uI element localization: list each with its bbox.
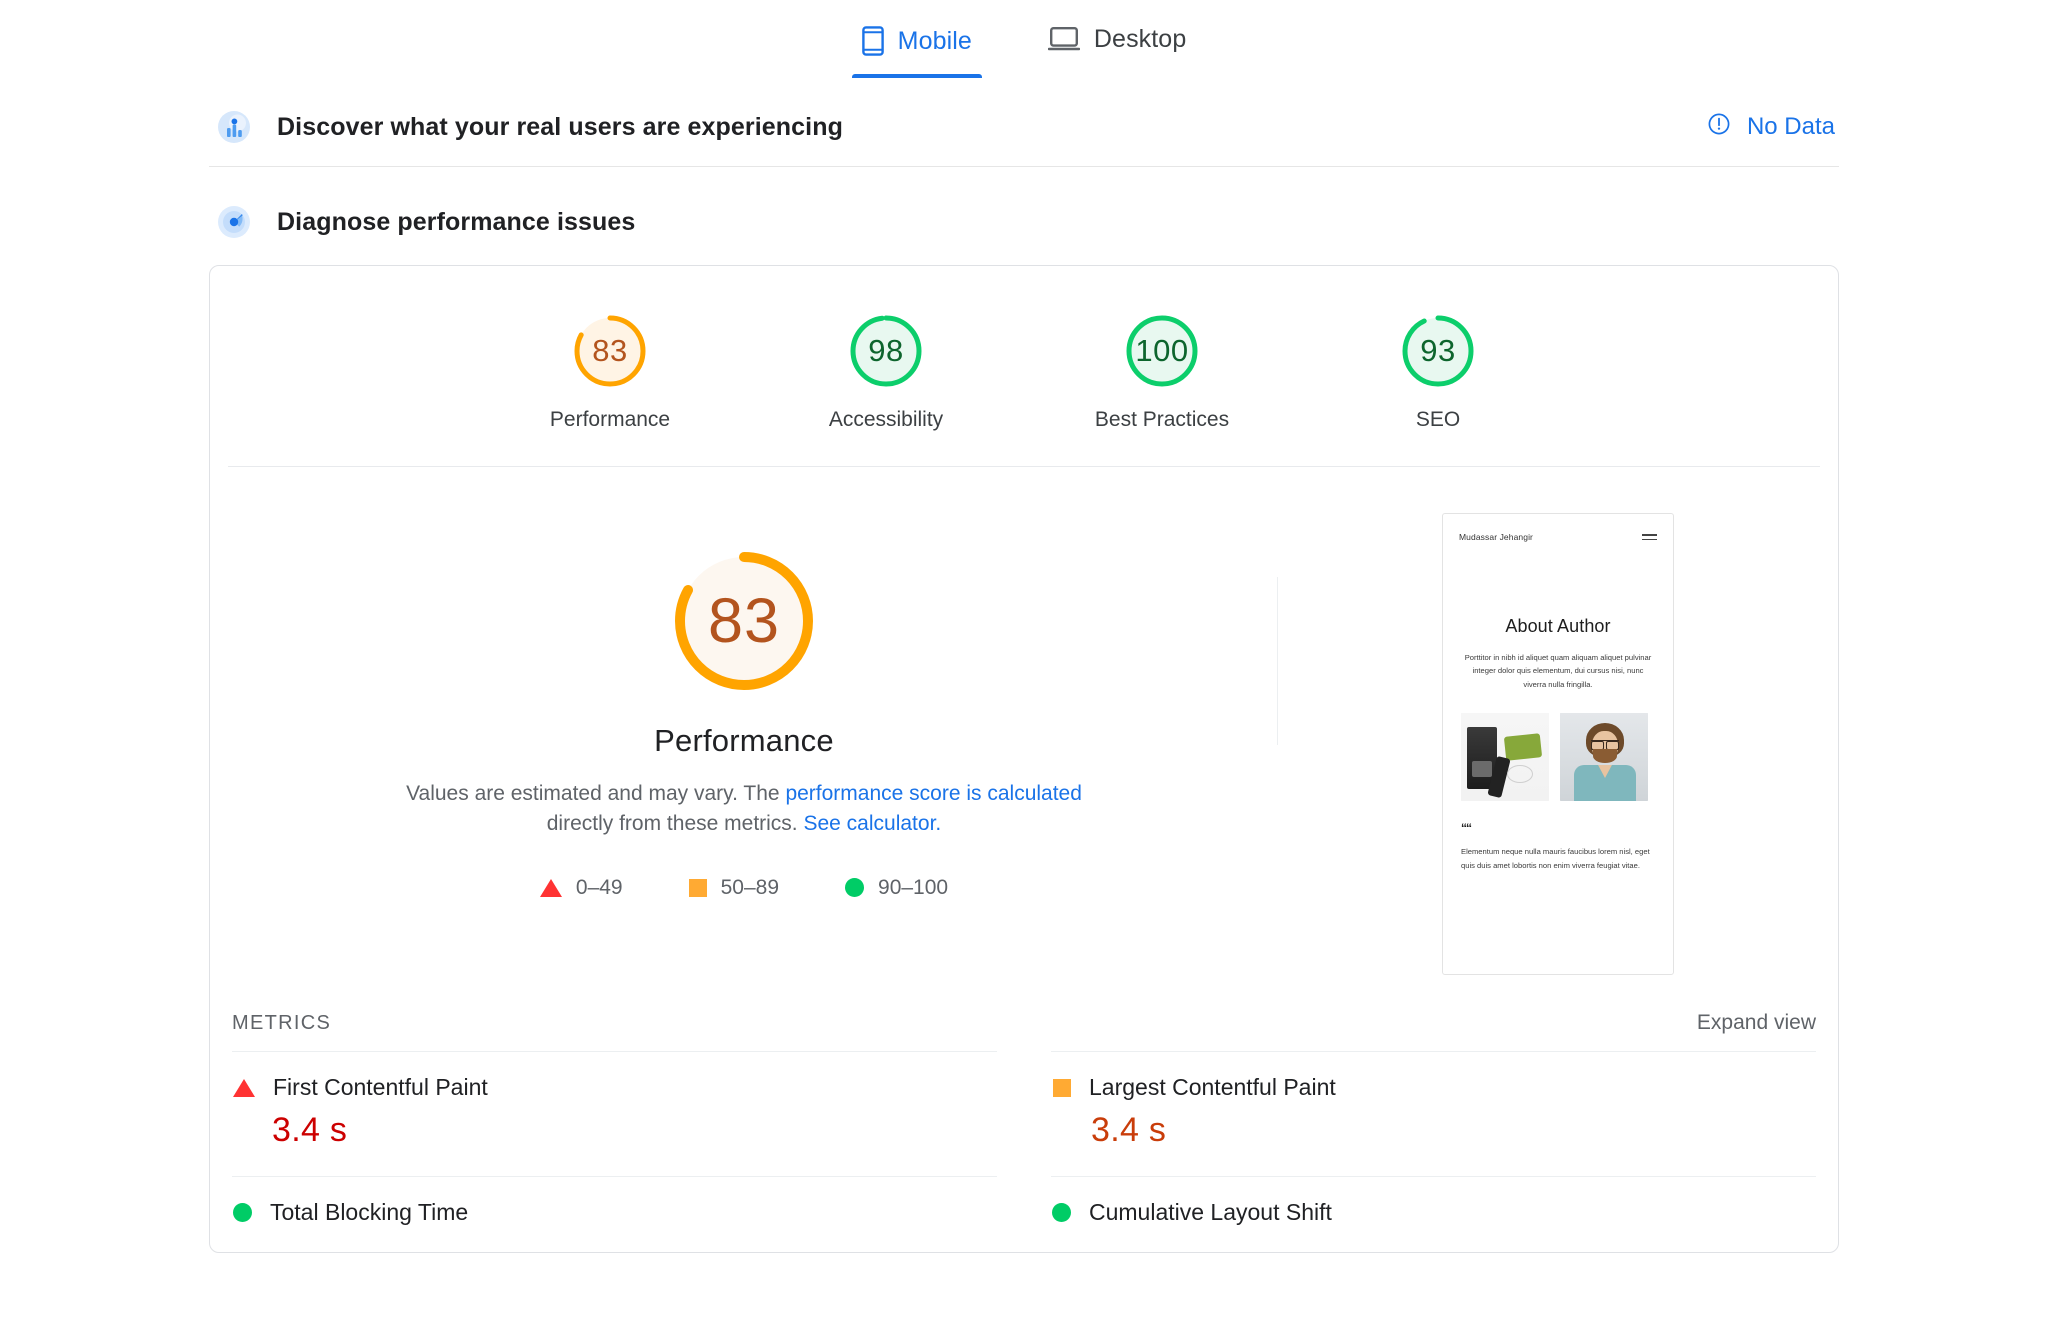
no-data-label: No Data bbox=[1746, 113, 1835, 140]
score-label-seo: SEO bbox=[1415, 408, 1461, 431]
legend-label-pass: 90–100 bbox=[878, 875, 949, 899]
page-screenshot-panel: Mudassar Jehangir About Author Porttitor… bbox=[1278, 513, 1838, 975]
legend-label-fail: 0–49 bbox=[575, 875, 623, 899]
performance-score-link[interactable]: performance score is calculated bbox=[785, 782, 1081, 805]
score-value-seo: 93 bbox=[1420, 333, 1456, 368]
metric-head: Largest Contentful Paint bbox=[1051, 1074, 1816, 1101]
square-icon bbox=[688, 878, 707, 897]
triangle-icon bbox=[539, 878, 562, 897]
gauge-ring-best-practices: 100 bbox=[1121, 310, 1203, 392]
tab-mobile-label: Mobile bbox=[897, 26, 972, 55]
score-value-performance: 83 bbox=[592, 333, 628, 368]
performance-title: Performance bbox=[654, 723, 834, 758]
desc-text-1: Values are estimated and may vary. The bbox=[406, 782, 786, 805]
metric-name: Total Blocking Time bbox=[270, 1199, 469, 1225]
metrics-grid: First Contentful Paint 3.4 s Largest Con… bbox=[232, 1051, 1816, 1252]
metric-value: 3.4 s bbox=[1091, 1111, 1167, 1149]
score-gauge-accessibility[interactable]: 98 Accessibility bbox=[786, 310, 986, 432]
thumbnail-quote-text: Elementum neque nulla mauris faucibus lo… bbox=[1461, 846, 1650, 870]
lab-data-header: Diagnose performance issues bbox=[209, 167, 1839, 265]
hero-vertical-divider bbox=[1277, 577, 1278, 745]
thumbnail-heading: About Author bbox=[1505, 616, 1611, 636]
no-data-status[interactable]: No Data bbox=[1707, 112, 1839, 143]
field-data-section: Discover what your real users are experi… bbox=[209, 92, 1839, 167]
metric-name: Largest Contentful Paint bbox=[1089, 1074, 1336, 1100]
performance-description: Values are estimated and may vary. The p… bbox=[394, 779, 1094, 840]
form-factor-tabs: Mobile Desktop bbox=[0, 0, 2048, 92]
score-legend: 0–49 50–89 90–100 bbox=[539, 875, 948, 900]
legend-label-average: 50–89 bbox=[720, 875, 780, 899]
info-icon bbox=[1707, 112, 1731, 143]
legend-item-pass: 90–100 bbox=[845, 876, 948, 900]
circle-icon bbox=[233, 1203, 252, 1222]
metric-cumulative-layout-shift[interactable]: Cumulative Layout Shift bbox=[1051, 1176, 1816, 1252]
thumbnail-navbar: Mudassar Jehangir bbox=[1443, 514, 1673, 542]
big-score-value: 83 bbox=[707, 586, 781, 656]
big-gauge-performance: 83 bbox=[664, 541, 824, 701]
thumbnail-image-row bbox=[1461, 712, 1655, 801]
score-label-accessibility: Accessibility bbox=[828, 408, 944, 431]
metric-largest-contentful-paint[interactable]: Largest Contentful Paint 3.4 s bbox=[1051, 1051, 1816, 1176]
gauge-ring-seo: 93 bbox=[1397, 310, 1479, 392]
tab-desktop-label: Desktop bbox=[1093, 24, 1187, 53]
performance-summary: 83 Performance Values are estimated and … bbox=[210, 513, 1278, 975]
expand-view-button[interactable]: Expand view bbox=[1697, 1011, 1816, 1035]
metric-name: First Contentful Paint bbox=[273, 1074, 488, 1100]
metrics-title: METRICS bbox=[232, 1011, 332, 1034]
gauge-ring-accessibility: 98 bbox=[845, 310, 927, 392]
author-portrait-photo bbox=[1560, 712, 1648, 801]
score-gauge-best-practices[interactable]: 100 Best Practices bbox=[1062, 310, 1262, 432]
thumbnail-brand: Mudassar Jehangir bbox=[1459, 532, 1533, 542]
metric-name: Cumulative Layout Shift bbox=[1089, 1199, 1332, 1225]
metric-total-blocking-time[interactable]: Total Blocking Time bbox=[232, 1176, 997, 1252]
metric-first-contentful-paint[interactable]: First Contentful Paint 3.4 s bbox=[232, 1051, 997, 1176]
thumbnail-quote-mark: ““ bbox=[1461, 820, 1472, 835]
circle-icon bbox=[845, 878, 865, 898]
diagnose-icon bbox=[217, 205, 251, 239]
pagespeed-report-page: Mobile Desktop Discover what your real u… bbox=[0, 0, 2048, 1325]
camera-gear-photo bbox=[1461, 712, 1549, 801]
tab-desktop[interactable]: Desktop bbox=[1038, 20, 1196, 74]
performance-hero: 83 Performance Values are estimated and … bbox=[210, 467, 1838, 975]
score-label-best-practices: Best Practices bbox=[1094, 408, 1230, 431]
mobile-icon bbox=[861, 26, 884, 56]
square-icon bbox=[1053, 1078, 1071, 1097]
score-gauge-seo[interactable]: 93 SEO bbox=[1338, 310, 1538, 432]
metric-head: Cumulative Layout Shift bbox=[1051, 1199, 1816, 1226]
hamburger-icon bbox=[1642, 534, 1657, 540]
page-screenshot-thumbnail[interactable]: Mudassar Jehangir About Author Porttitor… bbox=[1442, 513, 1674, 975]
field-data-title: Discover what your real users are experi… bbox=[277, 112, 843, 141]
gauge-ring-performance: 83 bbox=[569, 310, 651, 392]
score-label-performance: Performance bbox=[549, 408, 671, 431]
metric-head: Total Blocking Time bbox=[232, 1199, 997, 1226]
desktop-icon bbox=[1047, 26, 1080, 52]
metric-head: First Contentful Paint bbox=[232, 1074, 997, 1101]
lab-data-title: Diagnose performance issues bbox=[277, 207, 636, 236]
score-gauge-performance[interactable]: 83 Performance bbox=[510, 310, 710, 432]
category-scores-row: 83 Performance 98 Accessibility 100 Best… bbox=[228, 266, 1820, 467]
lighthouse-report-card: 83 Performance 98 Accessibility 100 Best… bbox=[209, 265, 1839, 1253]
lab-data-section: Diagnose performance issues bbox=[209, 167, 1839, 265]
legend-item-average: 50–89 bbox=[688, 875, 780, 900]
desc-text-2: directly from these metrics. bbox=[546, 812, 804, 836]
score-value-accessibility: 98 bbox=[868, 333, 904, 368]
legend-item-fail: 0–49 bbox=[539, 875, 623, 900]
see-calculator-link[interactable]: See calculator. bbox=[803, 812, 941, 835]
tab-mobile[interactable]: Mobile bbox=[851, 20, 983, 78]
triangle-icon bbox=[233, 1078, 255, 1097]
field-data-header: Discover what your real users are experi… bbox=[209, 92, 1839, 167]
field-data-icon bbox=[217, 110, 251, 144]
thumbnail-body-text: Porttitor in nibh id aliquet quam aliqua… bbox=[1464, 653, 1652, 689]
metric-value: 3.4 s bbox=[272, 1111, 348, 1149]
circle-icon bbox=[1052, 1203, 1071, 1222]
metrics-header: METRICS Expand view bbox=[232, 1011, 1816, 1051]
score-value-best-practices: 100 bbox=[1135, 333, 1189, 368]
